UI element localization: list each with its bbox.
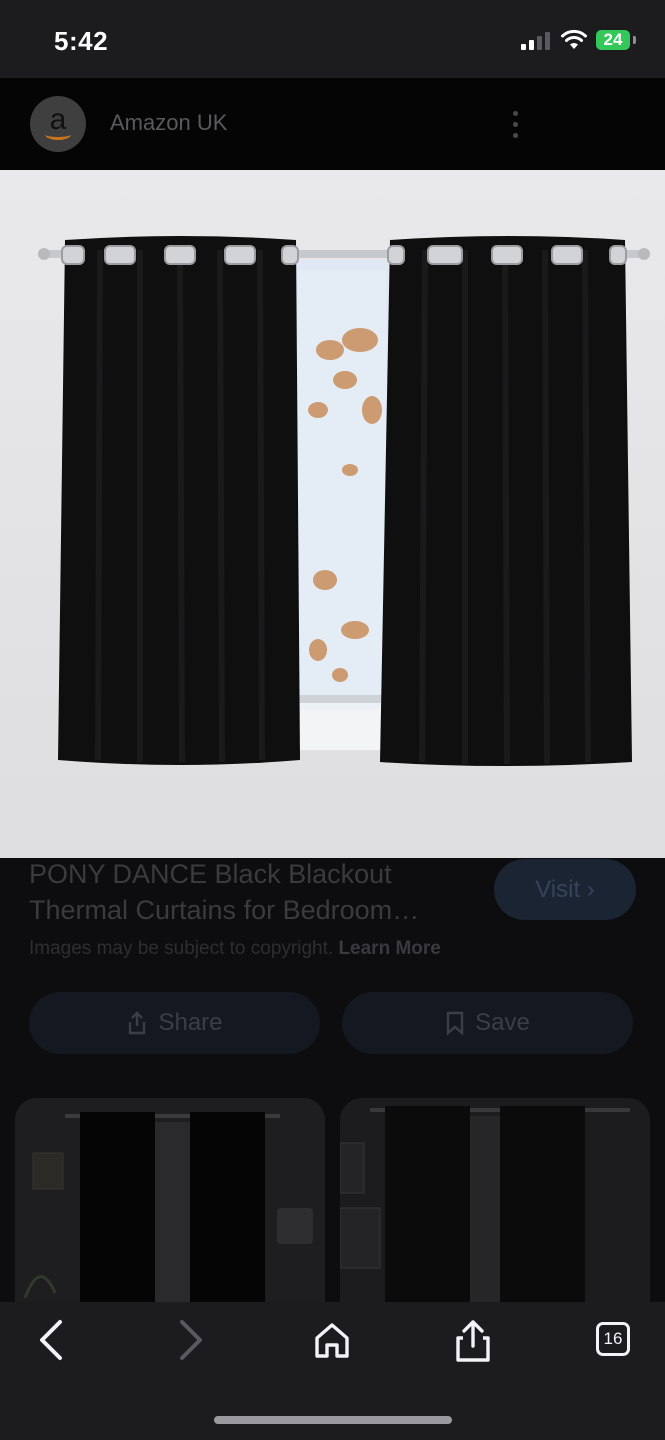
amazon-logo[interactable]: a: [30, 96, 86, 152]
more-options-icon[interactable]: [508, 108, 522, 142]
logo-smile: [45, 129, 71, 140]
source-header: [0, 78, 665, 170]
battery-indicator: 24: [596, 30, 630, 50]
save-button[interactable]: Save: [342, 992, 633, 1054]
copyright-text: Images may be subject to copyright.: [29, 938, 334, 959]
home-indicator: [214, 1416, 452, 1424]
copyright-notice: Images may be subject to copyright. Lear…: [29, 938, 441, 960]
cellular-signal-icon: [521, 32, 551, 50]
learn-more-link[interactable]: Learn More: [338, 938, 440, 959]
share-icon[interactable]: [454, 1318, 492, 1364]
curtain-photo: [0, 170, 665, 858]
share-icon: [129, 1011, 146, 1035]
status-time: 5:42: [54, 26, 109, 56]
visit-button[interactable]: Visit ›: [494, 859, 636, 920]
related-image-2-photo: [340, 1098, 650, 1308]
battery-tip: [633, 36, 636, 44]
source-site-name[interactable]: Amazon UK: [110, 110, 227, 136]
wifi-icon: [561, 29, 587, 49]
share-button[interactable]: Share: [29, 992, 320, 1054]
share-label: Share: [158, 1009, 223, 1036]
home-icon[interactable]: [313, 1318, 351, 1362]
product-image[interactable]: [0, 170, 665, 858]
product-title[interactable]: PONY DANCE Black Blackout Thermal Curtai…: [29, 856, 479, 928]
related-image-1-photo: [15, 1098, 325, 1308]
save-label: Save: [475, 1009, 530, 1036]
visit-label: Visit: [535, 875, 581, 903]
related-image-1[interactable]: [15, 1098, 325, 1308]
forward-icon[interactable]: [176, 1318, 206, 1362]
chevron-right-icon: ›: [586, 875, 595, 903]
back-icon[interactable]: [36, 1318, 66, 1362]
tabs-button[interactable]: 16: [596, 1322, 630, 1356]
related-image-2[interactable]: [340, 1098, 650, 1308]
tabs-count: 16: [603, 1329, 623, 1348]
bookmark-icon: [446, 1011, 464, 1036]
